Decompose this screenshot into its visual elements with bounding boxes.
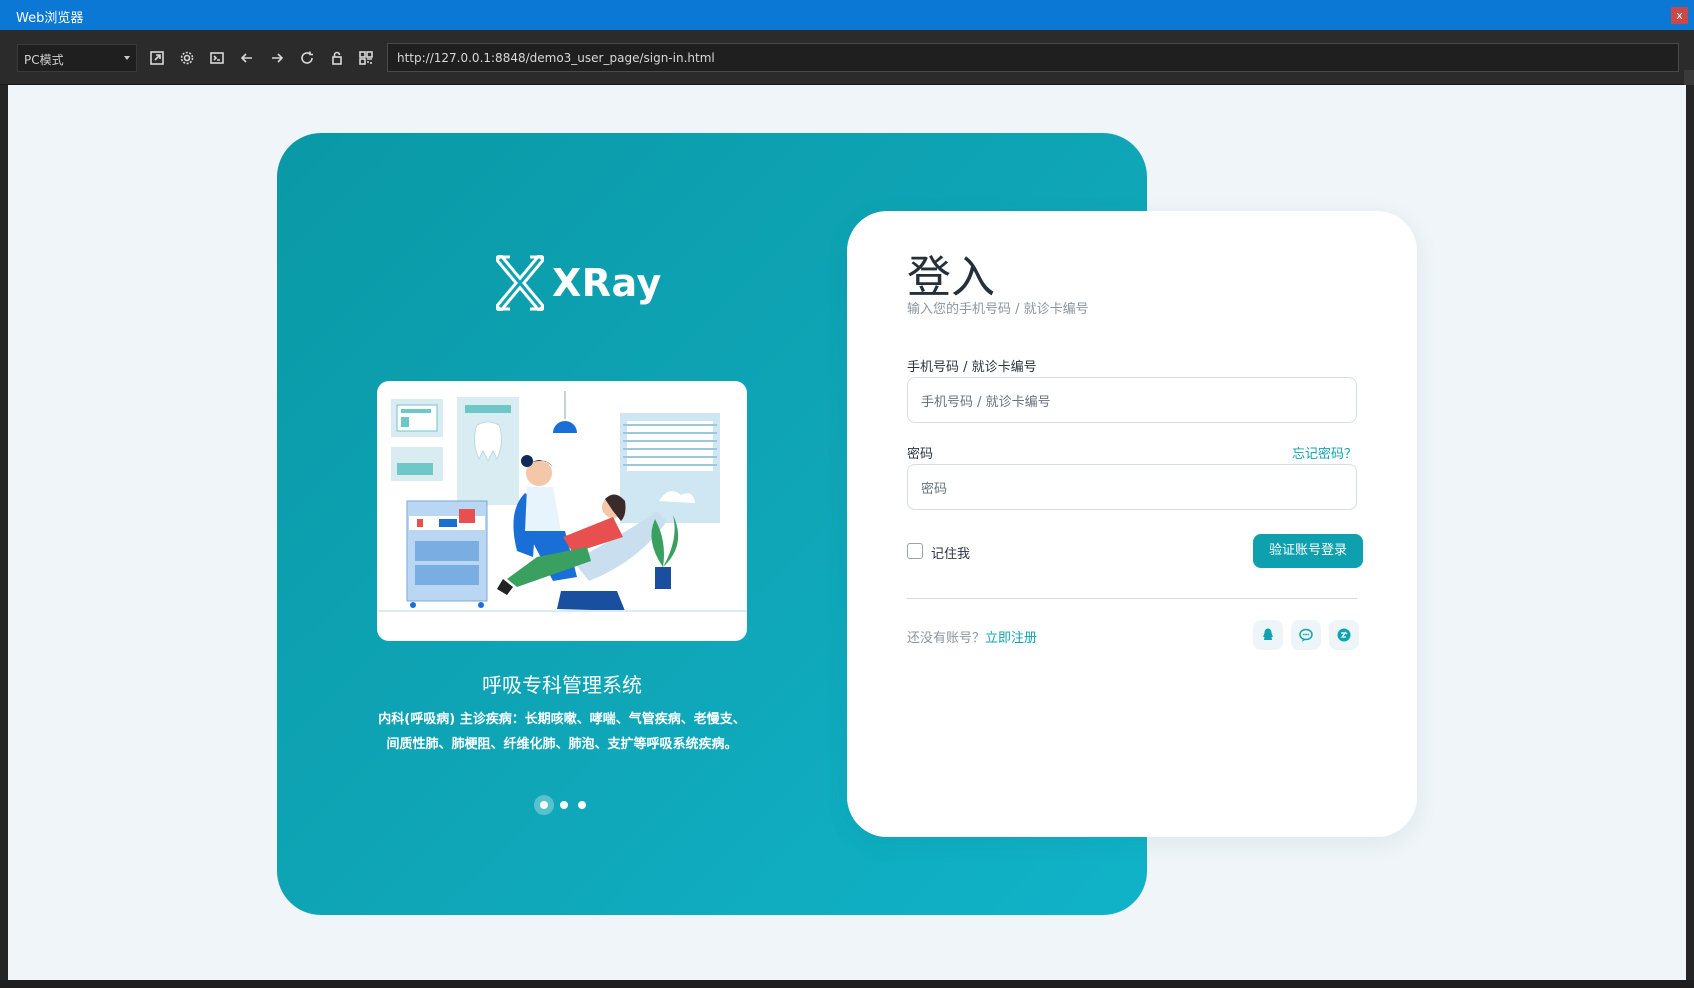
remember-me-label[interactable]: 记住我	[931, 543, 970, 562]
xray-logo-icon	[496, 255, 544, 311]
back-arrow-icon[interactable]	[233, 44, 261, 72]
mode-select[interactable]: PC模式	[17, 44, 137, 72]
page-viewport: XRay 呼吸专科管理系统 内科(呼吸病) 主诊疾病：长期咳嗽、哮喘、气管疾病、…	[8, 85, 1686, 980]
weibo-login-button[interactable]	[1329, 620, 1359, 650]
chevron-down-icon	[124, 56, 130, 60]
open-external-icon[interactable]	[143, 44, 171, 72]
login-subtitle: 输入您的手机号码 / 就诊卡编号	[907, 302, 1089, 317]
login-button[interactable]: 验证账号登录	[1253, 534, 1363, 568]
account-input[interactable]: 手机号码 / 就诊卡编号	[907, 377, 1357, 423]
refresh-icon[interactable]	[293, 44, 321, 72]
carousel-dot-3[interactable]	[578, 801, 586, 809]
carousel-dots	[534, 795, 596, 815]
browser-toolbar: PC模式 http://127.0.0.1:8848/demo3_user_pa…	[0, 30, 1694, 100]
carousel-title: 呼吸专科管理系统	[482, 673, 642, 697]
carousel-dot-1[interactable]	[534, 795, 554, 815]
password-input[interactable]: 密码	[907, 464, 1357, 510]
weibo-icon	[1337, 628, 1351, 642]
qq-icon	[1263, 628, 1273, 640]
register-link[interactable]: 立即注册	[985, 631, 1037, 646]
carousel-description: 内科(呼吸病) 主诊疾病：长期咳嗽、哮喘、气管疾病、老慢支、间质性肺、肺梗阻、纤…	[378, 712, 746, 752]
forward-arrow-icon[interactable]	[263, 44, 291, 72]
forgot-password-link[interactable]: 忘记密码？	[1292, 443, 1357, 462]
mode-select-value: PC模式	[24, 53, 64, 67]
editor-gutter-left	[0, 85, 8, 988]
login-card: 登入 输入您的手机号码 / 就诊卡编号 手机号码 / 就诊卡编号 手机号码 / …	[847, 211, 1417, 837]
close-button[interactable]: x	[1671, 7, 1688, 24]
no-account-text: 还没有账号？	[907, 631, 986, 646]
console-icon[interactable]	[203, 44, 231, 72]
brand-logo: XRay	[496, 255, 662, 311]
wechat-icon	[1299, 628, 1313, 642]
account-label: 手机号码 / 就诊卡编号	[907, 360, 1037, 375]
qr-code-icon[interactable]	[352, 44, 380, 72]
password-label: 密码	[907, 447, 934, 462]
lock-icon[interactable]	[323, 44, 351, 72]
editor-gutter-right	[1686, 85, 1694, 988]
wechat-login-button[interactable]	[1291, 620, 1321, 650]
window-titlebar: Web浏览器 x	[0, 0, 1694, 30]
login-title: 登入	[907, 252, 995, 303]
carousel-dot-2[interactable]	[560, 801, 568, 809]
register-prompt: 还没有账号？立即注册	[907, 627, 1037, 646]
divider	[907, 598, 1357, 599]
gear-icon[interactable]	[173, 44, 201, 72]
window-bottom-edge	[0, 980, 1694, 988]
window-title: Web浏览器	[16, 11, 84, 26]
url-input[interactable]: http://127.0.0.1:8848/demo3_user_page/si…	[387, 43, 1679, 72]
dentist-illustration	[377, 381, 747, 641]
brand-name: XRay	[552, 261, 662, 305]
remember-me-checkbox[interactable]	[907, 543, 923, 559]
qq-login-button[interactable]	[1253, 620, 1283, 650]
